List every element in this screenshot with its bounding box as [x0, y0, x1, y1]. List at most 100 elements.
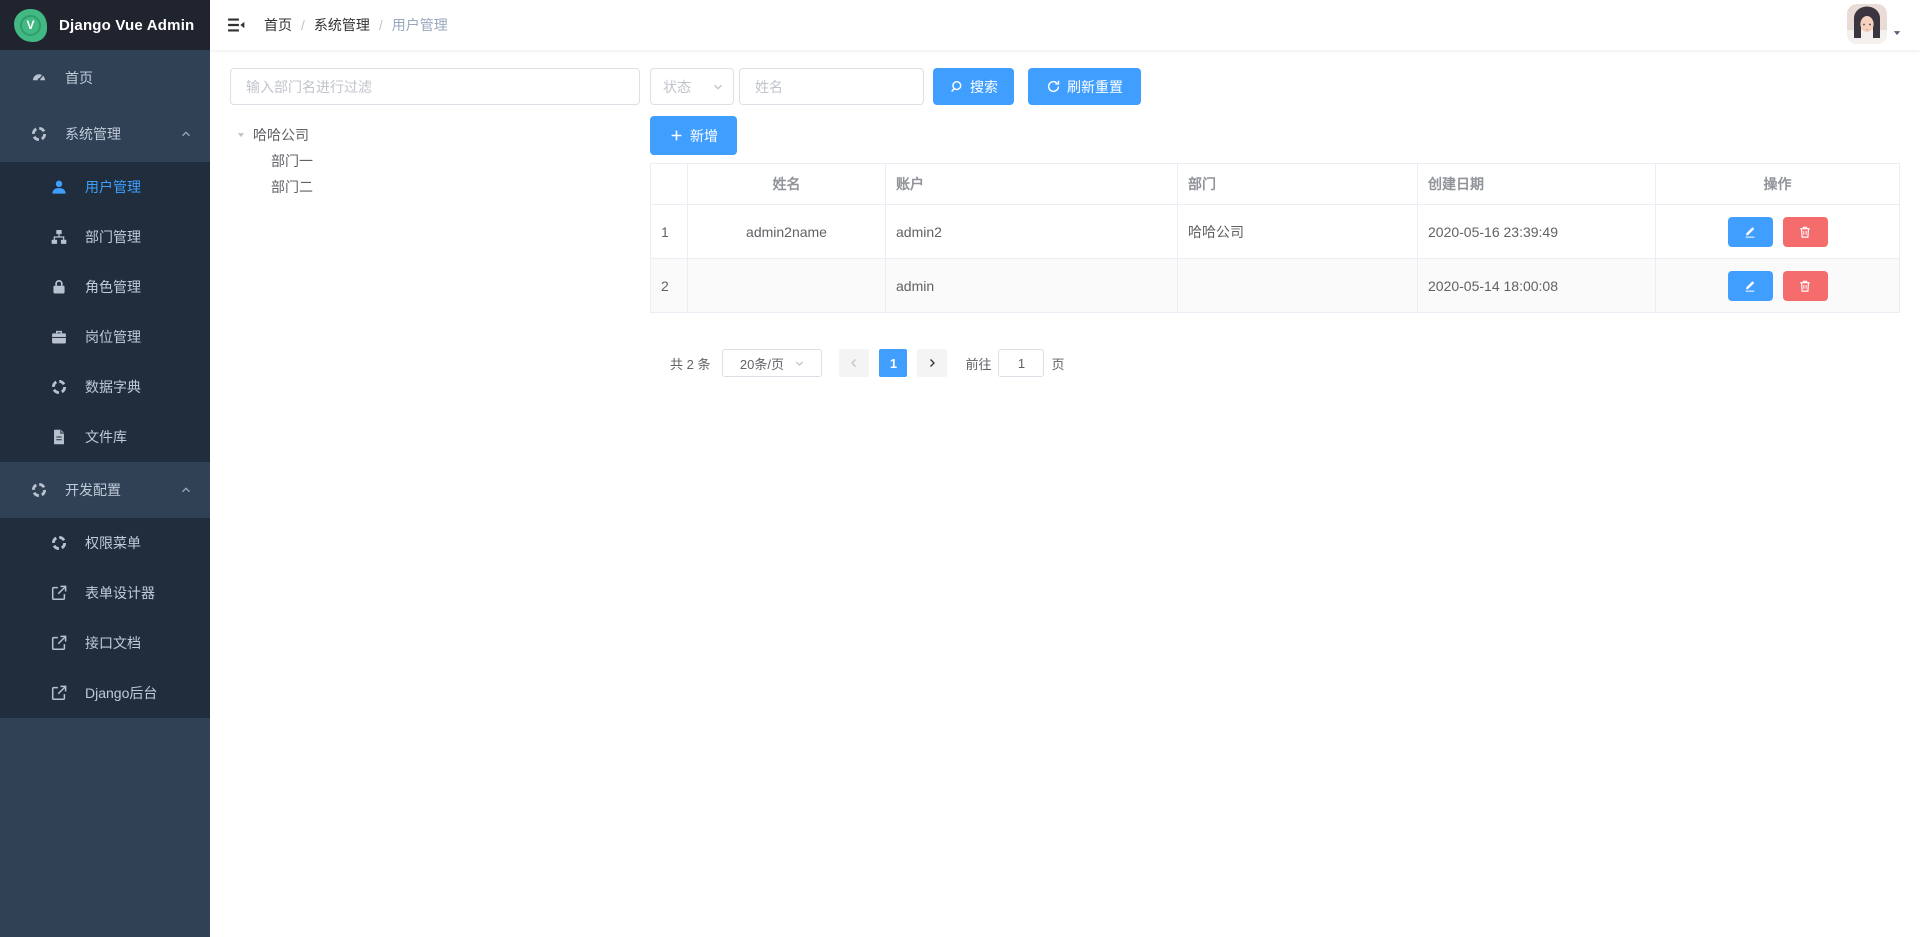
pagination-total: 共 2 条	[670, 354, 710, 373]
chevron-down-icon	[794, 358, 805, 369]
file-icon	[50, 428, 68, 446]
chevron-down-icon	[712, 81, 724, 93]
add-button-label: 新增	[690, 126, 718, 146]
sidebar-item-files[interactable]: 文件库	[0, 412, 210, 462]
external-link-icon	[50, 684, 68, 702]
tree-node-root[interactable]: 哈哈公司	[230, 122, 640, 148]
breadcrumb-item-home[interactable]: 首页	[264, 15, 292, 35]
component-icon	[50, 378, 68, 396]
component-icon	[30, 481, 48, 499]
cell-department	[1178, 259, 1418, 313]
pagination: 共 2 条 20条/页 1 前往 页	[670, 349, 1900, 377]
sitemap-icon	[50, 228, 68, 246]
goto-page-input[interactable]	[998, 349, 1044, 377]
sidebar-item-departments[interactable]: 部门管理	[0, 212, 210, 262]
edit-button[interactable]	[1728, 271, 1773, 301]
name-filter-input[interactable]	[739, 68, 924, 105]
user-table: 姓名 账户 部门 创建日期 操作 1 admin2name ad	[650, 163, 1900, 313]
page-size-select[interactable]: 20条/页	[722, 349, 822, 377]
component-icon	[50, 534, 68, 552]
prev-page-button[interactable]	[839, 349, 869, 377]
goto-suffix: 页	[1051, 354, 1064, 373]
cell-name: admin2name	[688, 205, 886, 259]
topbar: 首页 / 系统管理 / 用户管理	[210, 0, 1920, 50]
sidebar: V Django Vue Admin 首页 系统管理 用户管理 部门管理	[0, 0, 210, 937]
sidebar-item-roles[interactable]: 角色管理	[0, 262, 210, 312]
tree-node-label: 部门一	[271, 151, 313, 171]
cell-actions	[1656, 259, 1900, 313]
avatar[interactable]	[1847, 4, 1887, 44]
tree-node-label: 哈哈公司	[253, 125, 309, 145]
col-header-created: 创建日期	[1418, 164, 1656, 205]
app-root: V Django Vue Admin 首页 系统管理 用户管理 部门管理	[0, 0, 1920, 937]
sidebar-item-users[interactable]: 用户管理	[0, 162, 210, 212]
breadcrumb: 首页 / 系统管理 / 用户管理	[264, 15, 448, 35]
chevron-left-icon	[848, 357, 860, 369]
user-icon	[50, 178, 68, 196]
main-area: 首页 / 系统管理 / 用户管理	[210, 0, 1920, 937]
plus-icon	[669, 128, 684, 143]
delete-button[interactable]	[1783, 217, 1828, 247]
sidebar-item-label: 文件库	[85, 427, 127, 447]
goto-label: 前往	[965, 354, 991, 373]
table-row: 2 admin 2020-05-14 18:00:08	[651, 259, 1900, 313]
sidebar-toggle-icon[interactable]	[226, 15, 246, 35]
breadcrumb-separator: /	[379, 17, 383, 33]
gauge-icon	[30, 69, 48, 87]
sidebar-item-label: 部门管理	[85, 227, 141, 247]
sidebar-item-django-admin[interactable]: Django后台	[0, 668, 210, 718]
chevron-right-icon	[926, 357, 938, 369]
search-button[interactable]: 搜索	[933, 68, 1014, 105]
page-number-button[interactable]: 1	[879, 349, 907, 377]
sidebar-item-dictionary[interactable]: 数据字典	[0, 362, 210, 412]
chevron-up-icon	[180, 484, 192, 496]
sidebar-item-label: 角色管理	[85, 277, 141, 297]
department-tree-panel: 哈哈公司 部门一 部门二	[230, 68, 640, 937]
edit-icon	[1743, 279, 1757, 293]
user-menu[interactable]	[1847, 4, 1902, 46]
sidebar-item-api-docs[interactable]: 接口文档	[0, 618, 210, 668]
page-size-value: 20条/页	[740, 354, 784, 373]
sidebar-menu: 首页 系统管理 用户管理 部门管理 角色管理 岗位管理	[0, 50, 210, 937]
add-button[interactable]: 新增	[650, 116, 737, 155]
app-title: Django Vue Admin	[59, 17, 194, 34]
cell-created: 2020-05-16 23:39:49	[1418, 205, 1656, 259]
next-page-button[interactable]	[917, 349, 947, 377]
edit-button[interactable]	[1728, 217, 1773, 247]
status-select[interactable]: 状态	[650, 68, 734, 105]
cell-index: 2	[651, 259, 688, 313]
sidebar-section-label: 系统管理	[65, 124, 121, 144]
caret-down-icon[interactable]	[236, 130, 246, 140]
external-link-icon	[50, 584, 68, 602]
tree-node-child[interactable]: 部门一	[230, 148, 640, 174]
sidebar-item-label: 首页	[65, 68, 93, 88]
sidebar-section-system[interactable]: 系统管理	[0, 106, 210, 162]
sidebar-item-posts[interactable]: 岗位管理	[0, 312, 210, 362]
cell-account: admin2	[886, 205, 1178, 259]
sidebar-logo[interactable]: V Django Vue Admin	[0, 0, 210, 50]
sidebar-section-label: 开发配置	[65, 480, 121, 500]
trash-icon	[1798, 279, 1812, 293]
sidebar-item-label: 数据字典	[85, 377, 141, 397]
sidebar-item-label: Django后台	[85, 683, 157, 703]
department-filter-input[interactable]	[230, 68, 640, 105]
sidebar-item-label: 表单设计器	[85, 583, 155, 603]
cell-department: 哈哈公司	[1178, 205, 1418, 259]
table-row: 1 admin2name admin2 哈哈公司 2020-05-16 23:3…	[651, 205, 1900, 259]
refresh-reset-button-label: 刷新重置	[1067, 77, 1123, 97]
sidebar-item-home[interactable]: 首页	[0, 50, 210, 106]
caret-down-icon	[1892, 28, 1902, 38]
tree-node-label: 部门二	[271, 177, 313, 197]
sidebar-section-dev-config[interactable]: 开发配置	[0, 462, 210, 518]
user-list-panel: 状态 搜索 刷新重置 新增	[650, 68, 1900, 937]
tree-node-child[interactable]: 部门二	[230, 174, 640, 200]
chevron-up-icon	[180, 128, 192, 140]
breadcrumb-item-current: 用户管理	[392, 15, 448, 35]
breadcrumb-item-system[interactable]: 系统管理	[314, 15, 370, 35]
cell-created: 2020-05-14 18:00:08	[1418, 259, 1656, 313]
refresh-reset-button[interactable]: 刷新重置	[1028, 68, 1141, 105]
sidebar-item-form-designer[interactable]: 表单设计器	[0, 568, 210, 618]
filter-toolbar: 状态 搜索 刷新重置	[650, 68, 1900, 105]
delete-button[interactable]	[1783, 271, 1828, 301]
sidebar-item-permission-menu[interactable]: 权限菜单	[0, 518, 210, 568]
